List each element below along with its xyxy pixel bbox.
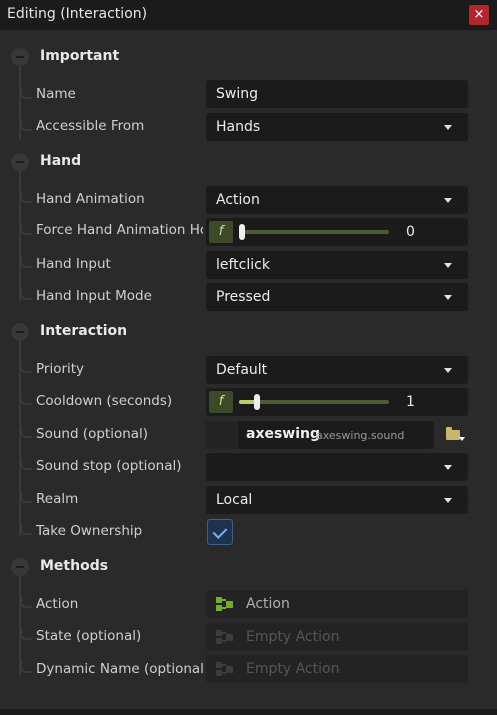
cooldown-slider[interactable] bbox=[239, 394, 389, 410]
window-title: Editing (Interaction) bbox=[7, 6, 148, 22]
cooldown-value[interactable]: 1 bbox=[406, 394, 415, 410]
accessible-from-value: Hands bbox=[216, 119, 261, 135]
title-bar: Editing (Interaction) × bbox=[0, 0, 497, 30]
sound-file: axeswing.sound bbox=[316, 429, 405, 442]
check-icon bbox=[212, 524, 228, 539]
properties-panel: Important Name Swing Accessible From Han… bbox=[0, 30, 497, 709]
sound-stop-label: Sound stop (optional) bbox=[36, 458, 182, 474]
close-icon: × bbox=[473, 7, 485, 22]
collapse-icon[interactable] bbox=[11, 153, 29, 171]
section-hand[interactable]: Hand bbox=[0, 149, 497, 175]
hand-animation-label: Hand Animation bbox=[36, 191, 145, 207]
hand-input-dropdown[interactable]: leftclick bbox=[206, 251, 468, 279]
tree-branch bbox=[20, 223, 32, 235]
force-hand-animation-label: Force Hand Animation Hold bbox=[36, 222, 203, 238]
state-value: Empty Action bbox=[246, 629, 340, 645]
slider-handle[interactable] bbox=[254, 394, 260, 410]
name-input[interactable]: Swing bbox=[206, 80, 468, 108]
accessible-from-dropdown[interactable]: Hands bbox=[206, 113, 468, 141]
section-methods[interactable]: Methods bbox=[0, 554, 497, 580]
hand-input-mode-dropdown[interactable]: Pressed bbox=[206, 283, 468, 311]
force-hand-animation-value[interactable]: 0 bbox=[406, 224, 415, 240]
priority-value: Default bbox=[216, 362, 268, 378]
collapse-icon[interactable] bbox=[11, 558, 29, 576]
tree-branch bbox=[20, 426, 32, 438]
hand-input-mode-label: Hand Input Mode bbox=[36, 288, 152, 304]
realm-label: Realm bbox=[36, 491, 79, 507]
action-icon bbox=[216, 630, 234, 644]
folder-body bbox=[446, 430, 460, 440]
dynamic-name-label: Dynamic Name (optional) bbox=[36, 661, 203, 677]
dynamic-name-field[interactable]: Empty Action bbox=[206, 655, 468, 683]
state-field[interactable]: Empty Action bbox=[206, 623, 468, 651]
dynamic-name-value: Empty Action bbox=[246, 661, 340, 677]
state-label: State (optional) bbox=[36, 628, 142, 644]
chevron-down-icon bbox=[444, 368, 452, 373]
action-value: Action bbox=[246, 596, 290, 612]
float-type-badge: f bbox=[209, 391, 233, 413]
tree-branch bbox=[20, 256, 32, 268]
tree-branch bbox=[20, 491, 32, 503]
accessible-from-label: Accessible From bbox=[36, 118, 145, 134]
tree-branch bbox=[20, 596, 32, 608]
tree-branch bbox=[20, 288, 32, 300]
tree-branch bbox=[20, 361, 32, 373]
chevron-down-icon bbox=[444, 263, 452, 268]
tree-branch bbox=[20, 628, 32, 640]
take-ownership-checkbox[interactable] bbox=[207, 519, 233, 545]
sound-stop-dropdown[interactable] bbox=[206, 453, 468, 481]
tree-branch bbox=[20, 393, 32, 405]
action-icon bbox=[216, 597, 234, 611]
priority-dropdown[interactable]: Default bbox=[206, 356, 468, 384]
section-important[interactable]: Important bbox=[0, 44, 497, 70]
hand-animation-dropdown[interactable]: Action bbox=[206, 186, 468, 214]
realm-value: Local bbox=[216, 492, 253, 508]
action-label: Action bbox=[36, 596, 79, 612]
priority-label: Priority bbox=[36, 361, 85, 377]
slider-handle[interactable] bbox=[239, 224, 245, 240]
folder-icon[interactable] bbox=[446, 427, 465, 441]
hand-animation-value: Action bbox=[216, 192, 260, 208]
take-ownership-label: Take Ownership bbox=[36, 523, 143, 539]
section-interaction[interactable]: Interaction bbox=[0, 319, 497, 345]
chevron-down-icon bbox=[444, 465, 452, 470]
sound-label: Sound (optional) bbox=[36, 426, 149, 442]
section-label: Interaction bbox=[40, 323, 128, 339]
close-button[interactable]: × bbox=[469, 5, 489, 25]
chevron-down-icon bbox=[444, 125, 452, 130]
tree-branch bbox=[20, 661, 32, 673]
tree-branch bbox=[20, 458, 32, 470]
sound-preview[interactable] bbox=[206, 421, 238, 449]
cooldown-label: Cooldown (seconds) bbox=[36, 393, 173, 409]
float-type-badge: f bbox=[209, 221, 233, 243]
cooldown-field[interactable]: f 1 bbox=[206, 388, 468, 416]
hand-input-label: Hand Input bbox=[36, 256, 111, 272]
name-value: Swing bbox=[216, 86, 258, 102]
sound-field[interactable]: axeswing axeswing.sound bbox=[206, 421, 434, 449]
tree-branch bbox=[20, 87, 32, 99]
chevron-down-icon bbox=[444, 198, 452, 203]
name-label: Name bbox=[36, 86, 76, 102]
force-hand-animation-slider[interactable] bbox=[239, 224, 389, 240]
hand-input-value: leftclick bbox=[216, 257, 270, 273]
section-label: Important bbox=[40, 48, 120, 64]
collapse-icon[interactable] bbox=[11, 48, 29, 66]
realm-dropdown[interactable]: Local bbox=[206, 486, 468, 514]
action-field[interactable]: Action bbox=[206, 590, 468, 618]
chevron-down-icon bbox=[444, 498, 452, 503]
action-icon bbox=[216, 662, 234, 676]
collapse-icon[interactable] bbox=[11, 323, 29, 341]
tree-branch bbox=[20, 191, 32, 203]
bottom-bar bbox=[0, 709, 497, 715]
tree-branch bbox=[20, 119, 32, 131]
section-label: Hand bbox=[40, 153, 82, 169]
folder-arrow bbox=[459, 437, 465, 441]
chevron-down-icon bbox=[444, 295, 452, 300]
force-hand-animation-field[interactable]: f 0 bbox=[206, 218, 468, 246]
hand-input-mode-value: Pressed bbox=[216, 289, 271, 305]
section-label: Methods bbox=[40, 558, 109, 574]
tree-branch bbox=[20, 523, 32, 535]
sound-name: axeswing bbox=[246, 426, 321, 442]
